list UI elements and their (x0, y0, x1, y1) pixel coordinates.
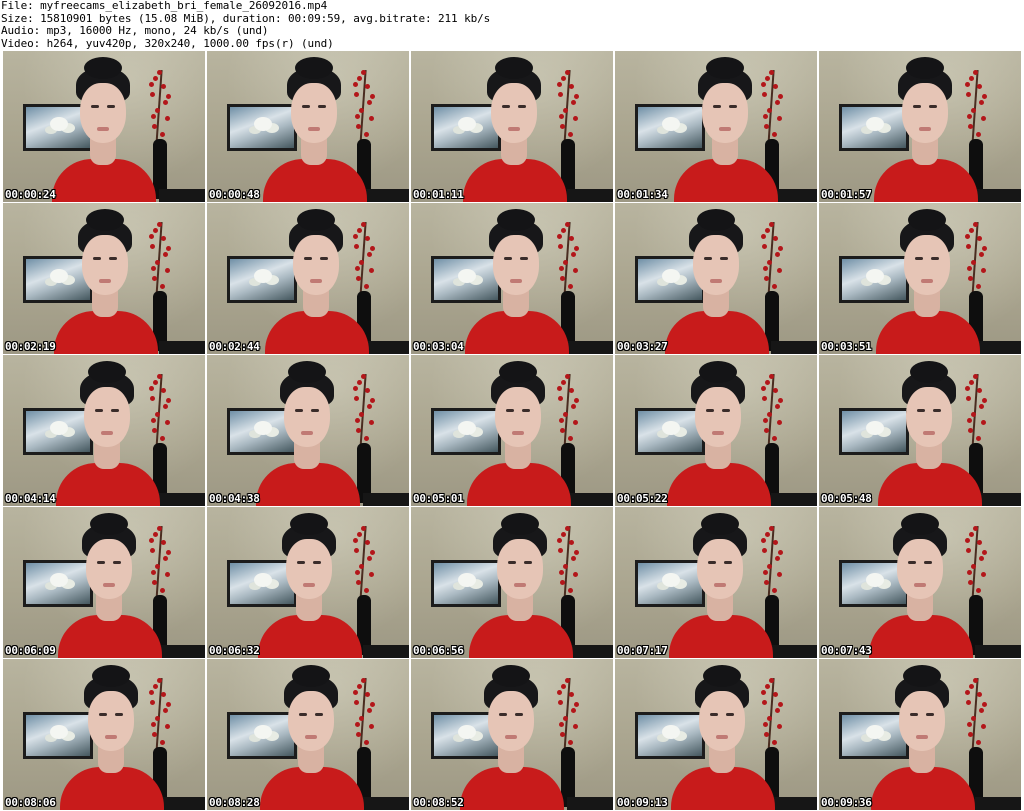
file-name-line: File: myfreecams_elizabeth_bri_female_26… (1, 0, 328, 12)
frame-timestamp: 00:01:11 (413, 188, 464, 201)
video-frame-thumbnail: 00:04:38 (207, 355, 409, 506)
video-frame-thumbnail: 00:00:48 (207, 51, 409, 202)
person-figure (672, 57, 782, 202)
person-figure (256, 513, 366, 658)
video-frame-thumbnail: 00:05:01 (411, 355, 613, 506)
video-frame-thumbnail: 00:05:22 (615, 355, 817, 506)
person-figure (867, 513, 977, 658)
frame-timestamp: 00:03:51 (821, 340, 872, 353)
person-figure (667, 513, 777, 658)
person-figure (52, 209, 162, 354)
video-frame-thumbnail: 00:03:27 (615, 203, 817, 354)
video-frame-thumbnail: 00:09:13 (615, 659, 817, 810)
frame-timestamp: 00:08:28 (209, 796, 260, 809)
person-figure (458, 665, 568, 810)
frame-timestamp: 00:04:14 (5, 492, 56, 505)
frame-timestamp: 00:04:38 (209, 492, 260, 505)
video-frame-thumbnail: 00:04:14 (3, 355, 205, 506)
video-frame-thumbnail: 00:07:43 (819, 507, 1021, 658)
video-frame-thumbnail: 00:08:28 (207, 659, 409, 810)
person-figure (463, 209, 573, 354)
frame-timestamp: 00:00:48 (209, 188, 260, 201)
frame-timestamp: 00:08:06 (5, 796, 56, 809)
video-frame-thumbnail: 00:02:19 (3, 203, 205, 354)
frame-timestamp: 00:05:48 (821, 492, 872, 505)
person-figure (876, 361, 986, 506)
person-figure (872, 57, 982, 202)
video-frame-thumbnail: 00:08:52 (411, 659, 613, 810)
person-figure (467, 513, 577, 658)
frame-timestamp: 00:05:22 (617, 492, 668, 505)
frame-timestamp: 00:01:34 (617, 188, 668, 201)
frame-timestamp: 00:07:17 (617, 644, 668, 657)
person-figure (669, 665, 779, 810)
video-frame-thumbnail: 00:09:36 (819, 659, 1021, 810)
person-figure (258, 665, 368, 810)
video-frame-thumbnail: 00:00:24 (3, 51, 205, 202)
frame-timestamp: 00:03:27 (617, 340, 668, 353)
frame-timestamp: 00:03:04 (413, 340, 464, 353)
frame-timestamp: 00:02:44 (209, 340, 260, 353)
frame-timestamp: 00:06:56 (413, 644, 464, 657)
person-figure (254, 361, 364, 506)
person-figure (54, 361, 164, 506)
frame-timestamp: 00:09:13 (617, 796, 668, 809)
frame-timestamp: 00:07:43 (821, 644, 872, 657)
video-frame-thumbnail: 00:06:09 (3, 507, 205, 658)
video-frame-thumbnail: 00:03:04 (411, 203, 613, 354)
frame-timestamp: 00:00:24 (5, 188, 56, 201)
thumbnail-grid: 00:00:24 00:00:48 00:01:11 00:01:34 00:01:57… (0, 51, 1024, 811)
video-frame-thumbnail: 00:03:51 (819, 203, 1021, 354)
person-figure (869, 665, 979, 810)
audio-info-line: Audio: mp3, 16000 Hz, mono, 24 kb/s (und… (1, 24, 269, 37)
person-figure (874, 209, 984, 354)
person-figure (50, 57, 160, 202)
frame-timestamp: 00:02:19 (5, 340, 56, 353)
video-frame-thumbnail: 00:01:11 (411, 51, 613, 202)
person-figure (665, 361, 775, 506)
video-frame-thumbnail: 00:02:44 (207, 203, 409, 354)
video-info-line: Video: h264, yuv420p, 320x240, 1000.00 f… (1, 36, 334, 50)
video-frame-thumbnail: 00:05:48 (819, 355, 1021, 506)
video-frame-thumbnail: 00:06:32 (207, 507, 409, 658)
frame-timestamp: 00:06:09 (5, 644, 56, 657)
frame-timestamp: 00:08:52 (413, 796, 464, 809)
person-figure (56, 513, 166, 658)
video-frame-thumbnail: 00:01:34 (615, 51, 817, 202)
video-frame-thumbnail: 00:01:57 (819, 51, 1021, 202)
person-figure (465, 361, 575, 506)
frame-timestamp: 00:09:36 (821, 796, 872, 809)
frame-timestamp: 00:05:01 (413, 492, 464, 505)
video-frame-thumbnail: 00:07:17 (615, 507, 817, 658)
file-info-header: File: myfreecams_elizabeth_bri_female_26… (1, 0, 1021, 50)
person-figure (663, 209, 773, 354)
person-figure (461, 57, 571, 202)
frame-timestamp: 00:01:57 (821, 188, 872, 201)
person-figure (261, 57, 371, 202)
frame-timestamp: 00:06:32 (209, 644, 260, 657)
person-figure (58, 665, 168, 810)
person-figure (263, 209, 373, 354)
video-frame-thumbnail: 00:08:06 (3, 659, 205, 810)
video-frame-thumbnail: 00:06:56 (411, 507, 613, 658)
